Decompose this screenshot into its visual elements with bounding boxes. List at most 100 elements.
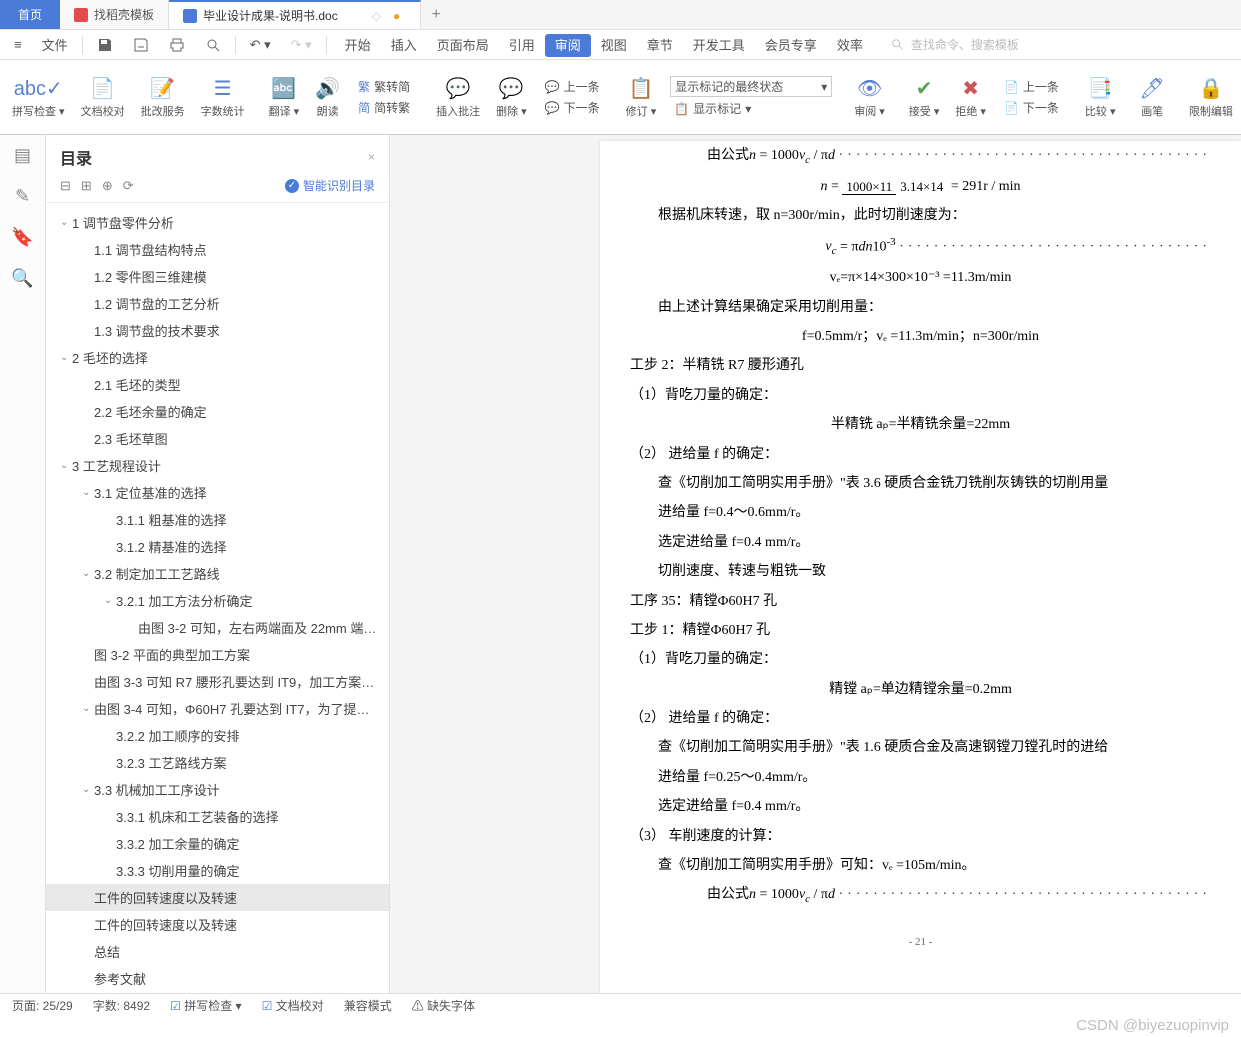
save-icon[interactable] bbox=[91, 35, 119, 55]
toc-item[interactable]: ⌄由图 3-4 可知，Φ60H7 孔要达到 IT7，为了提高生产效... bbox=[46, 695, 389, 722]
outline-smart-toggle[interactable]: ✓ 智能识别目录 bbox=[285, 177, 375, 194]
rib-proof[interactable]: 📄文档校对 bbox=[75, 62, 131, 132]
rib-prev-comment[interactable]: 💬 上一条 bbox=[541, 77, 604, 96]
toc-item[interactable]: 3.1.2 精基准的选择 bbox=[46, 533, 389, 560]
outline-tool-expand-icon[interactable]: ⊞ bbox=[81, 178, 92, 194]
menu-章节[interactable]: 章节 bbox=[637, 34, 683, 57]
menu-审阅[interactable]: 审阅 bbox=[545, 34, 591, 57]
tab-document[interactable]: 毕业设计成果-说明书.doc ◇ ● bbox=[169, 0, 421, 29]
menu-插入[interactable]: 插入 bbox=[381, 34, 427, 57]
redo-button[interactable]: ↷ ▾ bbox=[285, 35, 318, 55]
toc-item[interactable]: 1.3 调节盘的技术要求 bbox=[46, 317, 389, 344]
status-page[interactable]: 页面: 25/29 bbox=[12, 997, 73, 1014]
tab-add-button[interactable]: + bbox=[421, 0, 451, 29]
toc-item[interactable]: 参考文献 bbox=[46, 965, 389, 992]
menu-引用[interactable]: 引用 bbox=[499, 34, 545, 57]
saveas-icon[interactable] bbox=[127, 35, 155, 55]
toc-item[interactable]: 1.1 调节盘结构特点 bbox=[46, 236, 389, 263]
outline-close-icon[interactable]: × bbox=[368, 150, 375, 164]
toc-item[interactable]: 3.3.3 切削用量的确定 bbox=[46, 857, 389, 884]
rib-translate[interactable]: 🔤翻译 ▾ bbox=[263, 62, 306, 132]
toc-item[interactable]: 工件的回转速度以及转速 bbox=[46, 884, 389, 911]
rib-read[interactable]: 🔊朗读 bbox=[309, 62, 346, 132]
toc-item[interactable]: 由图 3-2 可知，左右两端面及 22mm 端面需 ... bbox=[46, 614, 389, 641]
outline-tool-collapse-icon[interactable]: ⊟ bbox=[60, 178, 71, 194]
rib-fanjian[interactable]: 繁繁转简 bbox=[354, 77, 414, 96]
status-missing-font[interactable]: ⚠ 缺失字体 bbox=[412, 997, 475, 1014]
menu-视图[interactable]: 视图 bbox=[591, 34, 637, 57]
toc-item[interactable]: 2.3 毛坯草图 bbox=[46, 425, 389, 452]
doc-text: 选定进给量 f=0.4 mm/r。 bbox=[630, 792, 1211, 821]
menu-开始[interactable]: 开始 bbox=[335, 34, 381, 57]
toc-item[interactable]: 总结 bbox=[46, 938, 389, 965]
doc-text: 由上述计算结果确定采用切削用量： bbox=[630, 293, 1211, 322]
rail-outline-icon[interactable]: ▤ bbox=[14, 145, 31, 166]
toc-item[interactable]: 3.2.3 工艺路线方案 bbox=[46, 749, 389, 776]
tab-modified-icon: ● bbox=[393, 9, 400, 23]
toc-item[interactable]: ⌄2 毛坯的选择 bbox=[46, 344, 389, 371]
toc-item[interactable]: ⌄3.2 制定加工工艺路线 bbox=[46, 560, 389, 587]
toc-item[interactable]: ⌄3 工艺规程设计 bbox=[46, 452, 389, 479]
rib-next-comment[interactable]: 💬 下一条 bbox=[541, 98, 604, 117]
toc-item[interactable]: 3.1.1 粗基准的选择 bbox=[46, 506, 389, 533]
toc-item[interactable]: 图 3-2 平面的典型加工方案 bbox=[46, 641, 389, 668]
rib-insert-comment[interactable]: 💬插入批注 bbox=[430, 62, 486, 132]
status-proof[interactable]: ☑ 文档校对 bbox=[262, 997, 324, 1014]
rib-compare[interactable]: 📑比较 ▾ bbox=[1079, 62, 1122, 132]
doc-text: （2） 进给量 f 的确定： bbox=[630, 440, 1211, 469]
toc-item[interactable]: 2.1 毛坯的类型 bbox=[46, 371, 389, 398]
rib-show-mark[interactable]: 📋 显示标记 ▾ bbox=[670, 99, 832, 118]
toc-item[interactable]: ⌄3.1 定位基准的选择 bbox=[46, 479, 389, 506]
undo-button[interactable]: ↶ ▾ bbox=[244, 35, 277, 55]
status-spell[interactable]: ☑ 拼写检查 ▾ bbox=[170, 997, 241, 1014]
menu-页面布局[interactable]: 页面布局 bbox=[427, 34, 499, 57]
rib-jianfan[interactable]: 简简转繁 bbox=[354, 98, 414, 117]
rib-reject[interactable]: ✖拒绝 ▾ bbox=[949, 62, 992, 132]
print-icon[interactable] bbox=[163, 35, 191, 55]
toc-item[interactable]: 1.2 调节盘的工艺分析 bbox=[46, 290, 389, 317]
rib-restrict[interactable]: 🔒限制编辑 bbox=[1183, 62, 1239, 132]
toc-item[interactable]: 3.3.1 机床和工艺装备的选择 bbox=[46, 803, 389, 830]
toc-item[interactable]: ⌄1 调节盘零件分析 bbox=[46, 209, 389, 236]
toc-item[interactable]: 2.2 毛坯余量的确定 bbox=[46, 398, 389, 425]
rail-bookmark-icon[interactable]: 🔖 bbox=[11, 227, 33, 248]
rib-wordcount[interactable]: ☰字数统计 bbox=[195, 62, 251, 132]
toc-item[interactable]: 3.2.2 加工顺序的安排 bbox=[46, 722, 389, 749]
rib-spellcheck[interactable]: abc✓拼写检查 ▾ bbox=[6, 62, 71, 132]
toc-item[interactable]: 3.3.2 加工余量的确定 bbox=[46, 830, 389, 857]
toc-item[interactable]: ⌄3.3 机械加工工序设计 bbox=[46, 776, 389, 803]
rib-review[interactable]: 👁审阅 ▾ bbox=[848, 62, 891, 132]
toc-item[interactable]: 由图 3-3 可知 R7 腰形孔要达到 IT9，加工方案如下。为 ... bbox=[46, 668, 389, 695]
preview-icon[interactable] bbox=[199, 35, 227, 55]
outline-tool-refresh-icon[interactable]: ⟳ bbox=[123, 178, 134, 194]
rib-batch[interactable]: 📝批改服务 bbox=[135, 62, 191, 132]
rib-track[interactable]: 📋修订 ▾ bbox=[620, 62, 663, 132]
menu-会员专享[interactable]: 会员专享 bbox=[755, 34, 827, 57]
toc-item[interactable]: 1.2 零件图三维建模 bbox=[46, 263, 389, 290]
rib-brush[interactable]: 🖊画笔 bbox=[1134, 62, 1171, 132]
rib-prev-change[interactable]: 📄 上一条 bbox=[1000, 77, 1063, 96]
rib-accept[interactable]: ✔接受 ▾ bbox=[903, 62, 946, 132]
rib-markup-combo[interactable]: 显示标记的最终状态▾ bbox=[670, 76, 832, 97]
menu-开发工具[interactable]: 开发工具 bbox=[683, 34, 755, 57]
menu-效率[interactable]: 效率 bbox=[827, 34, 873, 57]
rib-next-change[interactable]: 📄 下一条 bbox=[1000, 98, 1063, 117]
toc-item[interactable]: 工件的回转速度以及转速 bbox=[46, 911, 389, 938]
menu-icon[interactable]: ≡ bbox=[8, 35, 28, 54]
tab-home[interactable]: 首页 bbox=[0, 0, 60, 29]
search-placeholder: 查找命令、搜索模板 bbox=[911, 36, 1019, 53]
document-area[interactable]: 由公式n = 1000vc / πd ·····················… bbox=[390, 135, 1241, 997]
rib-delete[interactable]: 💬删除 ▾ bbox=[490, 62, 533, 132]
tab-template[interactable]: 找稻壳模板 bbox=[60, 0, 169, 29]
rail-nav-icon[interactable]: ✎ bbox=[15, 186, 30, 207]
toc-item[interactable]: ⌄3.2.1 加工方法分析确定 bbox=[46, 587, 389, 614]
outline-tool-add-icon[interactable]: ⊕ bbox=[102, 178, 113, 194]
file-menu[interactable]: 文件 bbox=[36, 33, 74, 56]
outline-title: 目录 bbox=[60, 145, 92, 169]
doc-text: 查《切削加工简明实用手册》可知：vₑ =105m/min。 bbox=[630, 851, 1211, 880]
rail-search-icon[interactable]: 🔍 bbox=[11, 268, 33, 289]
status-words[interactable]: 字数: 8492 bbox=[93, 997, 150, 1014]
search-box[interactable]: 查找命令、搜索模板 bbox=[891, 36, 1019, 53]
doc-text: f=0.5mm/r；vₑ =11.3m/min；n=300r/min bbox=[630, 322, 1211, 351]
doc-text: 由公式 bbox=[707, 148, 749, 163]
